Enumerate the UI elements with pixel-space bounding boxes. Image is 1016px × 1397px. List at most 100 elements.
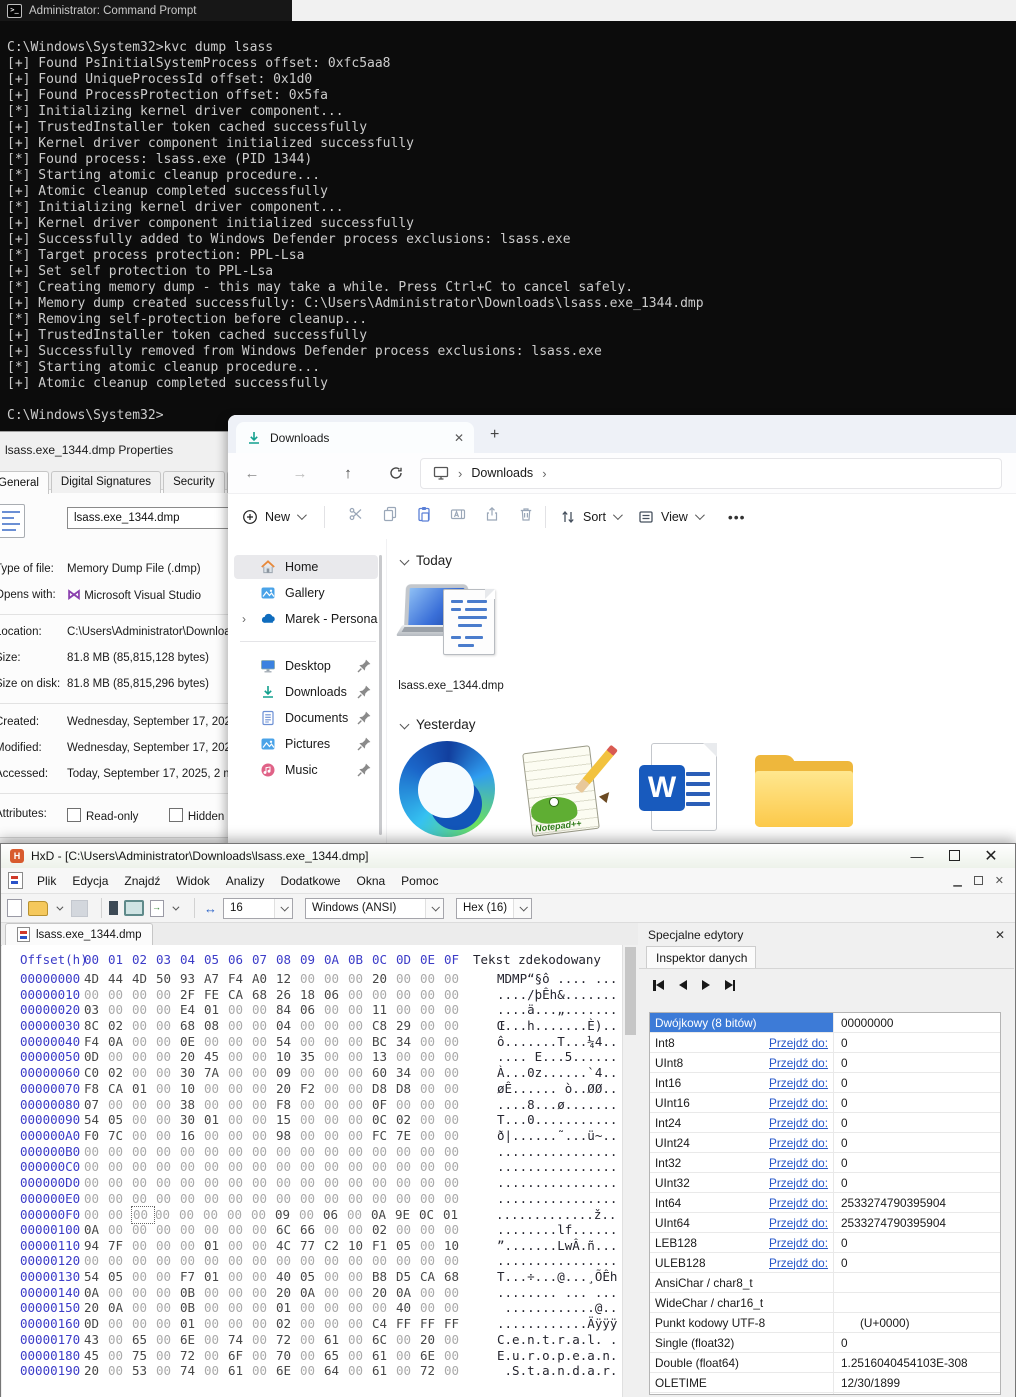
hex-byte[interactable]: 00 [228, 1081, 252, 1097]
hex-byte[interactable]: 01 [204, 1269, 228, 1285]
hex-byte[interactable]: 00 [300, 1316, 324, 1332]
hex-row[interactable]: 000000308C0200006808000004000000C8290000… [20, 1018, 622, 1034]
hex-byte[interactable]: 34 [396, 1034, 420, 1050]
hex-byte[interactable]: 02 [372, 1222, 396, 1238]
hex-byte[interactable]: 00 [204, 1300, 228, 1316]
hex-byte[interactable]: 00 [324, 1034, 348, 1050]
hex-byte[interactable]: 00 [300, 1144, 324, 1160]
hex-row[interactable]: 00000040F40A00000E00000054000000BC340000… [20, 1034, 622, 1050]
hex-byte[interactable]: 20 [180, 1049, 204, 1065]
inspector-row[interactable]: Dwójkowy (8 bitów)00000000 [650, 1013, 1000, 1033]
hex-byte[interactable]: 00 [228, 1159, 252, 1175]
hex-byte[interactable]: 00 [396, 1002, 420, 1018]
hex-byte[interactable]: 00 [108, 1144, 132, 1160]
hex-byte[interactable]: 53 [132, 1363, 156, 1379]
hex-byte[interactable]: 00 [204, 1144, 228, 1160]
hex-byte[interactable]: 54 [84, 1269, 108, 1285]
view-button[interactable]: View [638, 509, 702, 525]
hex-byte[interactable]: 00 [156, 1018, 180, 1034]
hidden-checkbox[interactable] [169, 808, 183, 822]
refresh-button[interactable] [372, 465, 420, 481]
hex-byte[interactable]: 00 [348, 971, 372, 987]
hex-byte[interactable]: 00 [347, 1207, 371, 1223]
menu-okna[interactable]: Okna [348, 871, 393, 891]
inspector-row[interactable]: WideChar / char16_t [650, 1293, 1000, 1313]
hex-row[interactable]: 00000150200A00000B0000000100000000400000… [20, 1300, 622, 1316]
hex-byte[interactable]: 00 [180, 1238, 204, 1254]
hex-byte[interactable]: F4 [228, 971, 252, 987]
hex-byte[interactable]: 2F [180, 987, 204, 1003]
hex-byte[interactable]: 00 [228, 1222, 252, 1238]
hex-byte[interactable]: 00 [228, 1175, 252, 1191]
hex-byte[interactable]: 00 [444, 1049, 468, 1065]
hex-byte[interactable]: 77 [300, 1238, 324, 1254]
hex-byte[interactable]: 00 [84, 987, 108, 1003]
hex-byte[interactable]: 7E [396, 1128, 420, 1144]
hex-byte[interactable]: 00 [444, 1128, 468, 1144]
hex-byte[interactable]: 00 [156, 1065, 180, 1081]
hex-byte[interactable]: 00 [420, 1034, 444, 1050]
hex-byte[interactable]: 00 [252, 1128, 276, 1144]
hex-byte[interactable]: 00 [420, 1128, 444, 1144]
hex-byte[interactable]: 00 [444, 1222, 468, 1238]
goto-link[interactable]: Przejdź do: [769, 1156, 828, 1170]
sort-button[interactable]: Sort [560, 509, 620, 525]
hex-byte[interactable]: 00 [348, 1128, 372, 1144]
hex-byte[interactable]: 00 [156, 1002, 180, 1018]
inspector-row[interactable]: UInt24Przejdź do:0 [650, 1133, 1000, 1153]
decoded-text[interactable]: .............ž.. [496, 1207, 616, 1222]
hex-byte[interactable]: 00 [132, 1253, 156, 1269]
hex-byte[interactable]: 00 [420, 1175, 444, 1191]
hex-byte[interactable]: D5 [396, 1269, 420, 1285]
hex-byte[interactable]: 00 [132, 987, 156, 1003]
hex-byte[interactable]: 20 [84, 1363, 108, 1379]
hex-byte[interactable]: 00 [108, 1002, 132, 1018]
decoded-text[interactable]: MDMP“§ô .... ... [497, 971, 617, 986]
expand-chevron-icon[interactable]: › [242, 612, 246, 626]
hex-byte[interactable]: 00 [324, 1097, 348, 1113]
hex-byte[interactable]: 66 [300, 1222, 324, 1238]
hex-row[interactable]: 000000905405000030010000150000000C020000… [20, 1112, 622, 1128]
inspector-row[interactable]: Int16Przejdź do:0 [650, 1073, 1000, 1093]
hex-byte[interactable]: 00 [228, 1285, 252, 1301]
hex-byte[interactable]: 00 [348, 1034, 372, 1050]
hex-byte[interactable]: 34 [396, 1065, 420, 1081]
hex-byte[interactable]: FF [420, 1316, 444, 1332]
goto-link[interactable]: Przejdź do: [769, 1056, 828, 1070]
hex-byte[interactable]: 00 [348, 1269, 372, 1285]
decoded-text[interactable]: E.u.r.o.p.e.a.n. [497, 1348, 617, 1363]
hex-byte[interactable]: 00 [324, 1300, 348, 1316]
hex-byte[interactable]: 74 [180, 1363, 204, 1379]
hex-byte[interactable]: 00 [156, 1128, 180, 1144]
decoded-text[interactable]: ............@.. [497, 1300, 617, 1315]
hex-byte[interactable]: 00 [204, 1034, 228, 1050]
hex-byte[interactable]: 00 [324, 1128, 348, 1144]
hex-byte[interactable]: 08 [204, 1018, 228, 1034]
hex-byte[interactable]: 00 [324, 1159, 348, 1175]
hex-byte[interactable]: 50 [156, 971, 180, 987]
goto-link[interactable]: Przejdź do: [769, 1236, 828, 1250]
hex-byte[interactable]: 00 [420, 1238, 444, 1254]
mdi-restore-button[interactable] [974, 876, 983, 885]
hex-byte[interactable]: 00 [372, 1253, 396, 1269]
hex-byte[interactable]: D8 [396, 1081, 420, 1097]
hex-row[interactable]: 000000D000000000000000000000000000000000… [20, 1175, 622, 1191]
hex-byte[interactable]: F0 [84, 1128, 108, 1144]
hex-byte[interactable]: 00 [252, 1348, 276, 1364]
hex-byte[interactable]: 00 [84, 1159, 108, 1175]
hex-byte[interactable]: 00 [155, 1207, 179, 1223]
hex-byte[interactable]: 00 [228, 1065, 252, 1081]
hex-byte[interactable]: 00 [228, 1316, 252, 1332]
hex-byte[interactable]: 05 [108, 1112, 132, 1128]
hex-byte[interactable]: 00 [228, 1034, 252, 1050]
hex-byte[interactable]: 05 [108, 1269, 132, 1285]
hex-byte[interactable]: 00 [156, 1316, 180, 1332]
delete-button[interactable] [509, 506, 543, 527]
hex-row[interactable]: 0000019020005300740061006E00640061007200… [20, 1363, 622, 1379]
hex-byte[interactable]: 07 [84, 1097, 108, 1113]
file-folder[interactable] [755, 745, 863, 829]
hex-byte[interactable]: FC [372, 1128, 396, 1144]
hex-byte[interactable]: 00 [420, 1065, 444, 1081]
hex-byte[interactable]: 00 [156, 1112, 180, 1128]
hex-byte[interactable]: E4 [180, 1002, 204, 1018]
